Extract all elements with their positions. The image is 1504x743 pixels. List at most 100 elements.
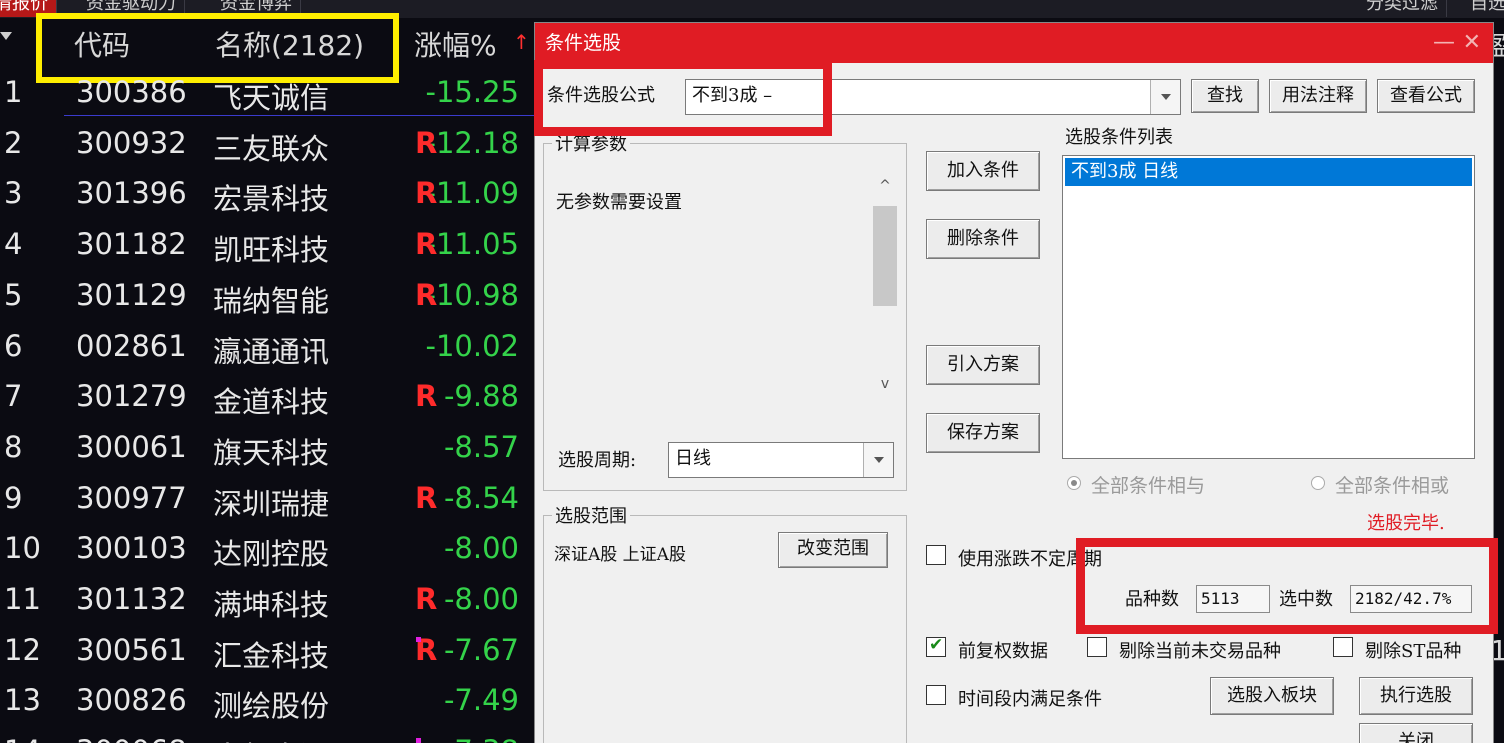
- change-percent: -15.25: [425, 75, 520, 109]
- table-row[interactable]: 3 301396 宏景科技 -11.09 R: [0, 172, 535, 222]
- range-group: 选股范围 深证A股 上证A股 改变范围: [543, 502, 907, 743]
- rzrq-flag-icon: R: [415, 582, 438, 616]
- table-row[interactable]: 7 301279 金道科技 -9.88 R: [0, 375, 535, 425]
- stock-name: 满坤科技: [213, 588, 330, 622]
- table-row[interactable]: 14 300068 南都电源 -7.38: [0, 730, 535, 743]
- row-number: 12: [4, 632, 41, 667]
- dialog-title-bar[interactable]: 条件选股 — ✕: [535, 23, 1493, 63]
- period-select[interactable]: 日线: [668, 442, 894, 478]
- rzrq-flag-icon: R: [415, 379, 438, 414]
- period-label: 选股周期:: [558, 450, 637, 471]
- radio-all-and[interactable]: [1067, 476, 1081, 490]
- use-limit-period-checkbox[interactable]: [926, 545, 946, 565]
- row-number: 5: [4, 277, 23, 312]
- stock-code: 300826: [76, 683, 187, 718]
- rzrq-flag-icon: R: [415, 227, 438, 262]
- condition-list[interactable]: 不到3成 日线: [1062, 155, 1475, 459]
- radio-all-or[interactable]: [1311, 476, 1325, 490]
- stock-name: 飞天诚信: [213, 81, 330, 115]
- params-group: 计算参数 无参数需要设置 ^ v 选股周期: 日线: [543, 130, 907, 491]
- stock-code: 300977: [76, 480, 187, 515]
- table-row[interactable]: 9 300977 深圳瑞捷 -8.54 R: [0, 477, 535, 527]
- view-formula-button[interactable]: 查看公式: [1377, 79, 1475, 113]
- table-row[interactable]: 10 300103 达刚控股 -8.00: [0, 527, 535, 577]
- table-row[interactable]: 6 002861 瀛通通讯 -10.02: [0, 325, 535, 375]
- chevron-down-icon[interactable]: [1150, 80, 1180, 114]
- sort-triangle-icon[interactable]: [0, 32, 12, 40]
- table-row[interactable]: 11 301132 满坤科技 -8.00 R: [0, 578, 535, 628]
- prev-adjust-checkbox[interactable]: [926, 635, 946, 657]
- stock-name: 金道科技: [213, 385, 330, 420]
- stock-code: 300061: [76, 429, 187, 464]
- row-number: 2: [4, 125, 23, 160]
- exclude-untraded-label[interactable]: 剔除当前未交易品种: [1119, 637, 1281, 663]
- stock-code: 301129: [76, 277, 187, 312]
- radio-all-and-label[interactable]: 全部条件相与: [1091, 471, 1205, 498]
- table-row[interactable]: 5 301129 瑞纳智能 -10.98 R: [0, 274, 535, 324]
- stock-name: 凯旺科技: [213, 233, 330, 268]
- row-number: 11: [4, 582, 41, 616]
- row-number: 3: [4, 176, 23, 211]
- scroll-up-icon[interactable]: ^: [870, 178, 900, 200]
- change-percent: -7.38: [444, 734, 519, 743]
- import-plan-button[interactable]: 引入方案: [926, 345, 1040, 385]
- usage-notes-button[interactable]: 用法注释: [1269, 79, 1367, 113]
- add-condition-button[interactable]: 加入条件: [926, 151, 1040, 191]
- stock-code: 300386: [76, 75, 187, 109]
- header-change[interactable]: 涨幅%: [414, 24, 497, 64]
- params-text: 无参数需要设置: [556, 192, 682, 213]
- stock-code: 300068: [76, 734, 187, 743]
- params-scrollbar[interactable]: ^ v: [870, 178, 900, 398]
- red-highlight-formula: [534, 60, 832, 136]
- change-percent: -7.67: [443, 632, 519, 667]
- tab-watchlist[interactable]: 自选: [1462, 0, 1504, 17]
- rzrq-flag-icon: R: [415, 277, 438, 312]
- close-icon[interactable]: ✕: [1463, 23, 1481, 63]
- chevron-down-icon[interactable]: [863, 443, 893, 477]
- radio-all-or-label[interactable]: 全部条件相或: [1335, 471, 1449, 498]
- exclude-st-checkbox[interactable]: [1333, 637, 1353, 657]
- stock-name: 深圳瑞捷: [213, 486, 330, 521]
- row-number: 14: [4, 734, 41, 743]
- tab-category-filter[interactable]: 分类过滤: [1358, 0, 1447, 17]
- scroll-thumb[interactable]: [873, 206, 897, 306]
- save-to-block-button[interactable]: 选股入板块: [1210, 677, 1334, 715]
- stock-name: 三友联众: [213, 131, 330, 166]
- rzrq-flag-icon: R: [415, 480, 438, 515]
- time-range-label[interactable]: 时间段内满足条件: [958, 685, 1102, 711]
- close-button[interactable]: 关闭: [1359, 723, 1473, 743]
- range-group-title: 选股范围: [552, 502, 630, 528]
- dialog-title: 条件选股: [545, 32, 622, 54]
- table-row[interactable]: 8 300061 旗天科技 -8.57: [0, 426, 535, 476]
- table-row[interactable]: 4 301182 凯旺科技 -11.05 R: [0, 223, 535, 273]
- scroll-down-icon[interactable]: v: [870, 376, 900, 398]
- prev-adjust-label[interactable]: 前复权数据: [958, 637, 1048, 663]
- minimize-icon[interactable]: —: [1433, 23, 1455, 63]
- execute-selection-button[interactable]: 执行选股: [1359, 677, 1473, 715]
- stock-name: 南都电源: [213, 734, 329, 743]
- delete-condition-button[interactable]: 删除条件: [926, 219, 1040, 259]
- range-text: 深证A股 上证A股: [554, 545, 686, 565]
- save-plan-button[interactable]: 保存方案: [926, 413, 1040, 453]
- row-number: 7: [4, 379, 23, 414]
- table-row[interactable]: 13 300826 测绘股份 -7.49: [0, 679, 535, 729]
- change-percent: -12.18: [425, 125, 520, 160]
- table-row[interactable]: 12 300561 汇金科技 -7.67 R: [0, 629, 535, 679]
- row-selection-line: [64, 115, 535, 116]
- table-row[interactable]: 1 300386 飞天诚信 -15.25: [0, 71, 535, 121]
- change-range-button[interactable]: 改变范围: [778, 532, 888, 568]
- change-percent: -9.88: [443, 379, 519, 414]
- row-number: 8: [4, 429, 23, 464]
- table-row[interactable]: 2 300932 三友联众 -12.18 R: [0, 122, 535, 172]
- stock-code: 301396: [76, 176, 187, 211]
- time-range-checkbox[interactable]: [926, 685, 946, 705]
- change-percent: -8.00: [443, 582, 519, 616]
- find-button[interactable]: 查找: [1191, 79, 1259, 113]
- status-text: 选股完毕.: [1367, 513, 1445, 534]
- stock-name: 瀛通通讯: [213, 334, 330, 369]
- list-item[interactable]: 不到3成 日线: [1065, 158, 1472, 186]
- exclude-untraded-checkbox[interactable]: [1087, 637, 1107, 657]
- stock-code: 301182: [76, 227, 187, 262]
- exclude-st-label[interactable]: 剔除ST品种: [1365, 637, 1461, 663]
- change-percent: -8.54: [443, 480, 519, 515]
